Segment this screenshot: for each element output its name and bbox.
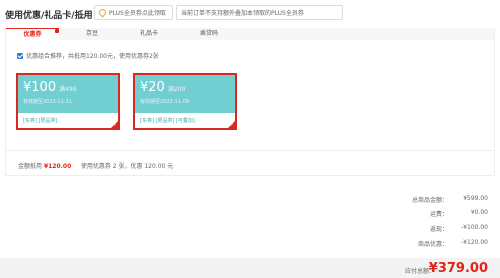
coupon-card[interactable]: ¥20 满200 有效期至2023-11-09 [东券] [限品类] [可叠加] … xyxy=(133,73,237,130)
location-pin-icon xyxy=(97,7,108,18)
total-goods-value: ¥599.00 xyxy=(463,195,488,202)
summary-amount: ¥120.00 xyxy=(43,163,72,170)
coupon-condition: 满499 xyxy=(59,86,77,93)
coupon-value: ¥20 xyxy=(140,80,165,95)
discount-summary: 金额抵用 ¥120.00 使用优惠券 2 张，优惠 120.00 元 xyxy=(18,161,173,170)
coupon-amount: ¥100 满499 xyxy=(23,80,77,95)
check-icon: ✓ xyxy=(113,122,117,127)
plus-coupon-claim-label: PLUS全员券点此领取 xyxy=(109,10,166,17)
coupon-footer: [东券] [限品类] xyxy=(18,113,118,128)
divider xyxy=(6,150,494,151)
summary-detail: 使用优惠券 2 张，优惠 120.00 元 xyxy=(80,163,174,170)
checkbox-checked-icon[interactable] xyxy=(17,53,23,59)
plus-coupon-claim-link[interactable]: PLUS全员券点此领取 xyxy=(94,5,173,20)
coupon-amount: ¥20 满200 xyxy=(140,80,185,95)
coupon-combo-option[interactable]: 优惠组合推荐，共抵用120.00元，使用优惠券2张 xyxy=(17,51,159,60)
tab-coupons-label: 优惠券 xyxy=(23,31,42,38)
cashback-value: -¥100.00 xyxy=(461,224,488,231)
coupon-validity: 有效期至2023-11-09 xyxy=(140,99,190,105)
tab-code[interactable]: 乘贷码 xyxy=(184,28,234,40)
tab-coupons[interactable]: 优惠券 xyxy=(6,28,59,40)
tab-gift-card[interactable]: 礼品卡 xyxy=(124,28,174,40)
coupon-validity: 有效期至2023-11-11 xyxy=(23,99,73,105)
coupon-tags: [东券] [限品类] [可叠加] xyxy=(140,118,195,124)
check-icon: ✓ xyxy=(230,122,234,127)
tab-flag-icon xyxy=(55,29,59,33)
total-goods-label: 总商品金额： xyxy=(411,197,448,204)
shipping-value: ¥0.00 xyxy=(470,209,488,216)
summary-label: 金额抵用 xyxy=(18,163,43,170)
cashback-label: 返现： xyxy=(429,226,448,233)
coupon-card[interactable]: ¥100 满499 有效期至2023-11-11 [东券] [限品类] ✓ xyxy=(16,73,120,130)
coupon-condition: 满200 xyxy=(167,86,186,93)
pay-total-amount: ¥379.00 xyxy=(428,261,488,276)
coupon-value: ¥100 xyxy=(23,80,57,95)
plus-coupon-notice: 当前订单不支持额外叠加本领取的PLUS全员券 xyxy=(176,5,343,20)
tab-jingdou[interactable]: 京豆 xyxy=(67,28,117,40)
goods-discount-value: -¥120.00 xyxy=(461,239,488,246)
coupon-footer: [东券] [限品类] [可叠加] xyxy=(135,113,235,128)
goods-discount-label: 商品优惠： xyxy=(417,241,448,248)
coupon-tags: [东券] [限品类] xyxy=(23,118,58,124)
chevron-up-icon[interactable]: ︿ xyxy=(80,6,89,19)
coupon-combo-text: 优惠组合推荐，共抵用120.00元，使用优惠券2张 xyxy=(26,53,159,60)
shipping-label: 运费： xyxy=(429,211,448,218)
